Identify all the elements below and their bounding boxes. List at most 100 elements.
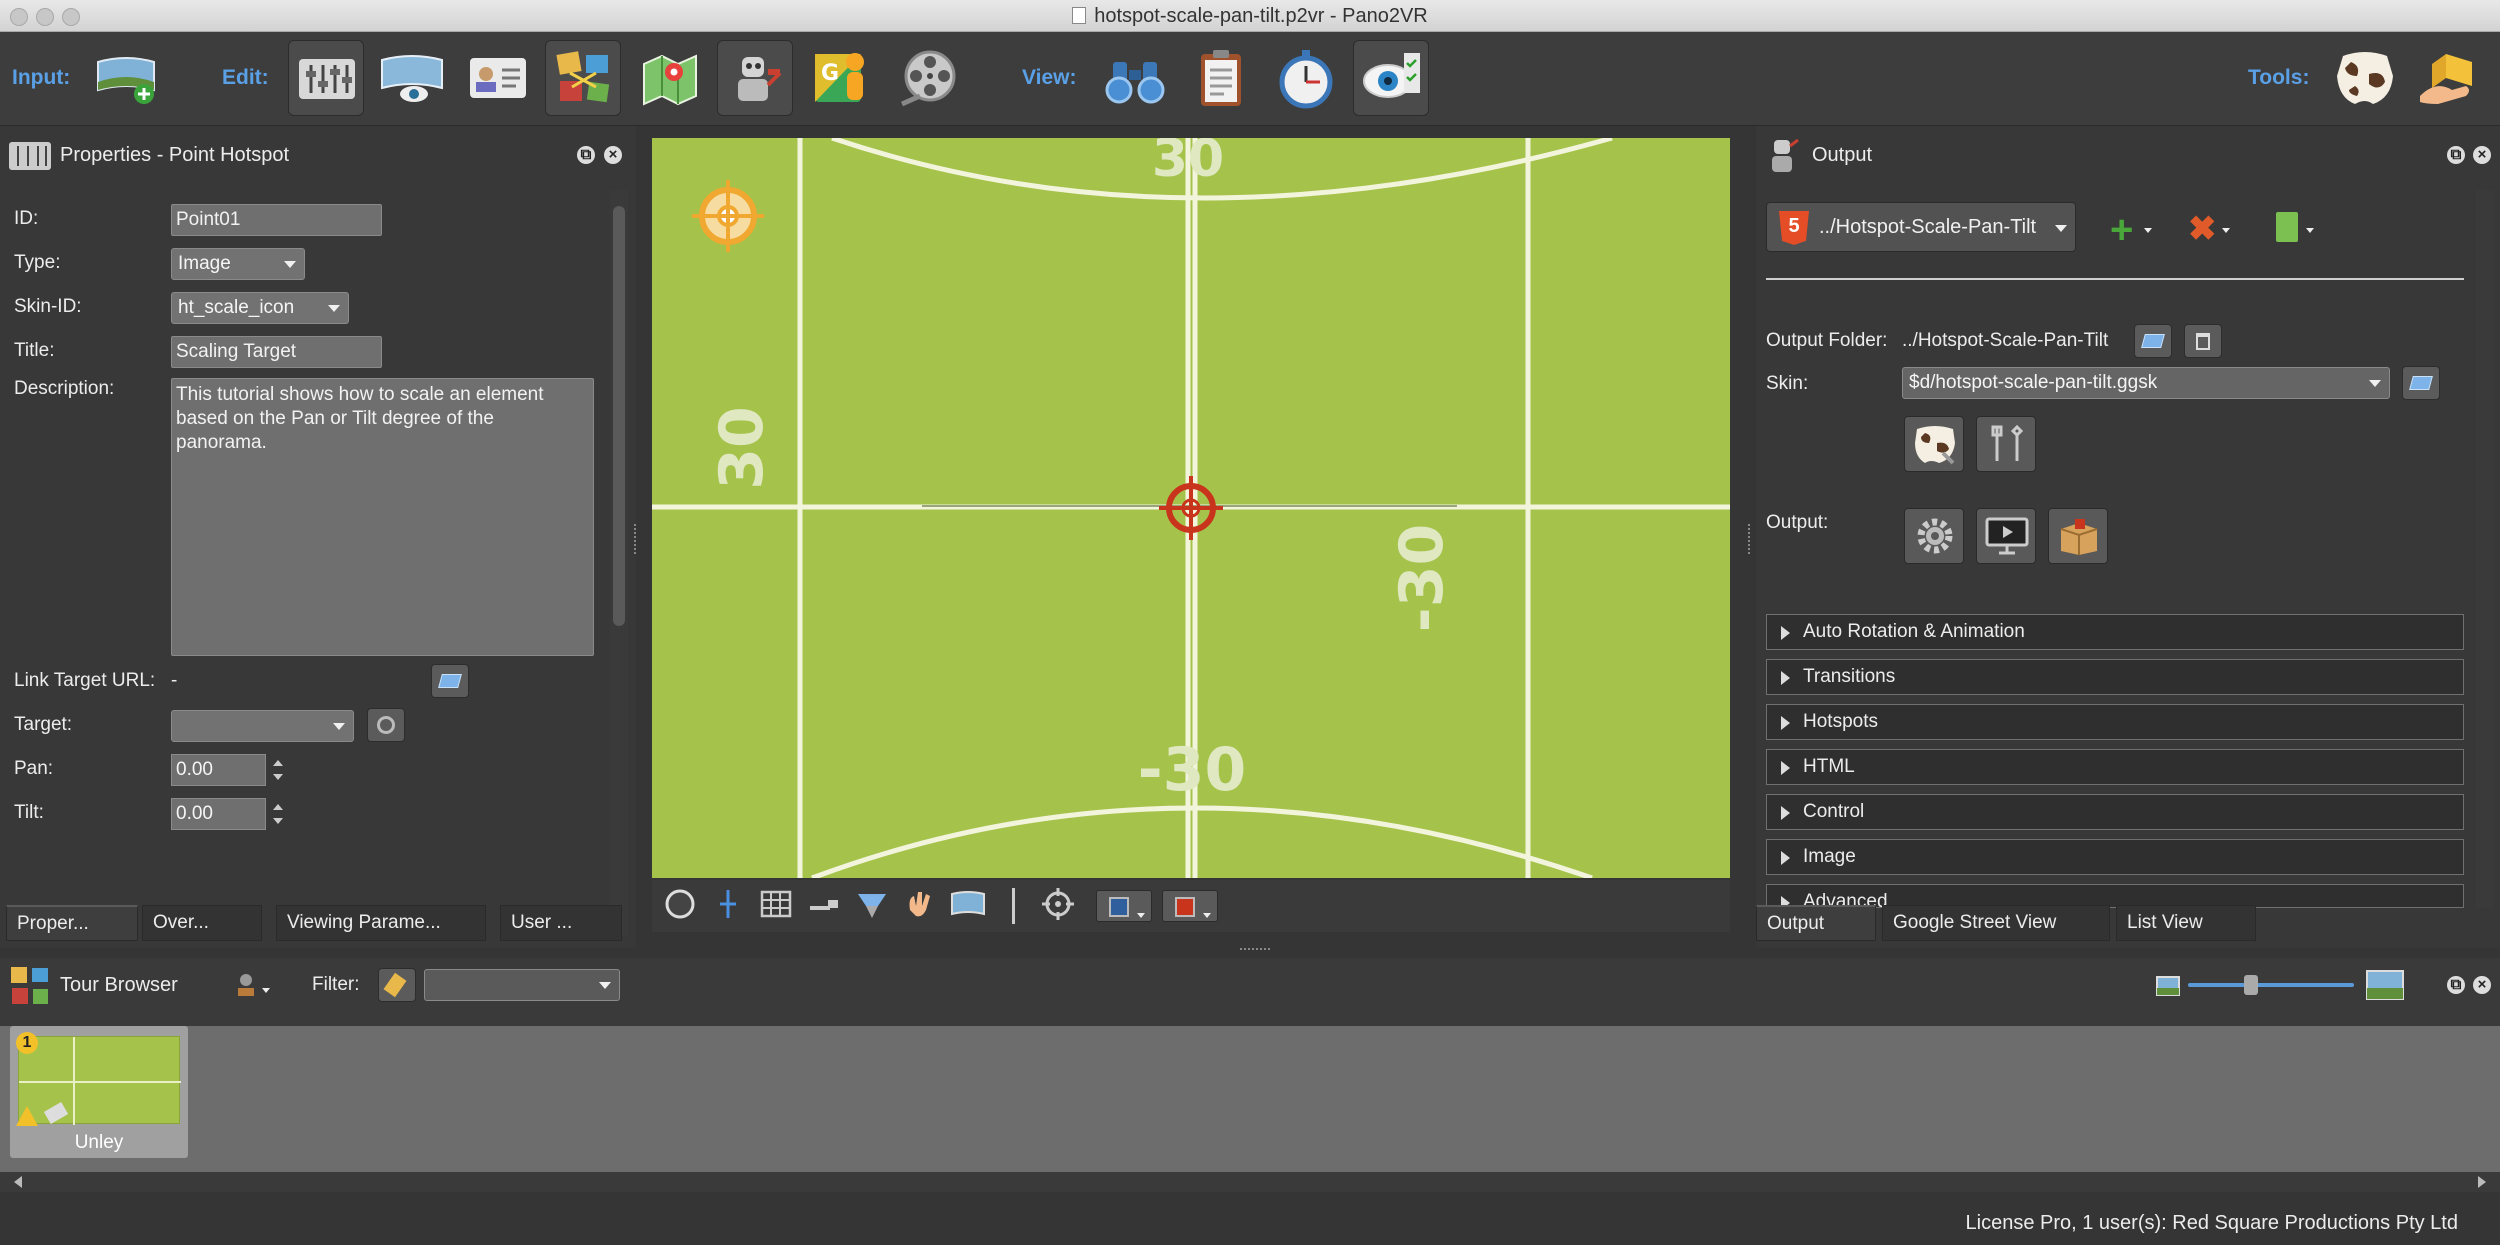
tab-overview[interactable]: Over...	[142, 905, 262, 941]
float-panel-button[interactable]: ⧉	[577, 146, 595, 164]
floor-plan-button[interactable]	[632, 40, 708, 116]
section-hotspots[interactable]: Hotspots	[1766, 704, 2464, 740]
tab-viewing-parameters[interactable]: Viewing Parame...	[276, 905, 486, 941]
notes-button[interactable]	[1183, 40, 1259, 116]
output-panel-title: Output	[1812, 144, 1873, 166]
slider-handle[interactable]	[2244, 975, 2258, 995]
spinner-arrows-icon[interactable]	[269, 799, 287, 831]
skin-select[interactable]: $d/hotspot-scale-pan-tilt.ggsk	[1902, 367, 2390, 399]
section-image[interactable]: Image	[1766, 839, 2464, 875]
film-reel-icon	[900, 50, 956, 107]
user-data-button[interactable]	[460, 40, 536, 116]
projection-icon[interactable]	[852, 884, 892, 924]
tab-user-data[interactable]: User ...	[500, 905, 622, 941]
target-pick-button[interactable]	[367, 708, 405, 742]
filter-select[interactable]	[424, 969, 620, 1001]
float-panel-button[interactable]: ⧉	[2447, 976, 2465, 994]
compass-icon[interactable]	[660, 884, 700, 924]
chevron-down-icon	[599, 982, 611, 989]
filter-tag-button[interactable]	[378, 968, 416, 1002]
toolbar-separator	[1012, 888, 1015, 924]
right-splitter-handle[interactable]	[1748, 524, 1752, 554]
package-output-button[interactable]	[2048, 508, 2108, 564]
output-folder-browse-button[interactable]	[2134, 324, 2172, 358]
section-auto-rotation[interactable]: Auto Rotation & Animation	[1766, 614, 2464, 650]
title-field[interactable]: Scaling Target	[171, 336, 382, 368]
blue-swatch-icon	[1109, 897, 1129, 917]
polygon-hotspot-color-button[interactable]	[1096, 890, 1152, 922]
description-textarea[interactable]: This tutorial shows how to scale an elem…	[171, 378, 594, 656]
hand-pan-icon[interactable]	[900, 884, 940, 924]
tab-list-view[interactable]: List View	[2116, 905, 2256, 941]
pan-spinbox[interactable]: 0.00	[171, 754, 283, 786]
target-select[interactable]	[171, 710, 354, 742]
type-select[interactable]: Image	[171, 248, 305, 280]
output-folder-delete-button[interactable]	[2184, 324, 2222, 358]
tilt-spinbox[interactable]: 0.00	[171, 798, 283, 830]
large-thumbnail-icon	[2366, 970, 2404, 1000]
id-field[interactable]: Point01	[171, 204, 382, 236]
latency-button[interactable]	[1268, 40, 1344, 116]
section-control[interactable]: Control	[1766, 794, 2464, 830]
preview-button[interactable]	[1353, 40, 1429, 116]
tools-skin-button[interactable]	[2327, 40, 2403, 116]
scroll-right-icon[interactable]	[2478, 1176, 2486, 1188]
properties-button[interactable]	[288, 40, 364, 116]
output-template-button[interactable]	[2272, 210, 2316, 246]
scrollbar-thumb[interactable]	[613, 206, 625, 626]
tilt-label: Tilt:	[14, 802, 44, 823]
tour-node-card[interactable]: 1 Unley	[10, 1026, 188, 1158]
open-skin-editor-button[interactable]	[1904, 416, 1964, 472]
panorama-view-icon[interactable]	[948, 884, 988, 924]
close-panel-button[interactable]: ×	[2473, 976, 2491, 994]
svg-text:G: G	[821, 61, 839, 86]
close-panel-button[interactable]: ×	[2473, 146, 2491, 164]
skin-settings-button[interactable]	[1976, 416, 2036, 472]
output-format-select[interactable]: 5 ../Hotspot-Scale-Pan-Tilt	[1766, 202, 2076, 252]
section-html[interactable]: HTML	[1766, 749, 2464, 785]
left-splitter-handle[interactable]	[634, 524, 638, 554]
tour-horizontal-scrollbar[interactable]	[0, 1172, 2500, 1192]
input-label: Input:	[12, 66, 71, 89]
panorama-viewer[interactable]: 30 30 -30 -30	[652, 138, 1730, 878]
grid-icon[interactable]	[756, 884, 796, 924]
scroll-left-icon[interactable]	[14, 1176, 22, 1188]
properties-scrollbar[interactable]	[610, 190, 628, 936]
point-hotspot-tool-icon[interactable]	[708, 884, 748, 924]
skin-editor-button[interactable]	[717, 40, 793, 116]
tools-package-button[interactable]	[2412, 40, 2488, 116]
crosshair-icon[interactable]	[1038, 884, 1078, 924]
skin-browse-button[interactable]	[2402, 366, 2440, 400]
tab-google-street-view[interactable]: Google Street View	[1882, 905, 2110, 941]
viewing-parameters-button[interactable]	[374, 40, 450, 116]
bottom-splitter-handle[interactable]	[1240, 948, 1270, 952]
tool-line-icon[interactable]	[804, 884, 844, 924]
properties-panel-title: Properties - Point Hotspot	[60, 144, 289, 166]
google-street-view-button[interactable]: G	[803, 40, 879, 116]
add-output-button[interactable]: +	[2106, 210, 2154, 250]
eye-check-icon	[1363, 53, 1420, 98]
output-settings-button[interactable]	[1904, 508, 1964, 564]
tour-browser-button[interactable]	[545, 40, 621, 116]
delete-output-button[interactable]: ✖	[2184, 210, 2232, 246]
spinner-arrows-icon[interactable]	[269, 755, 287, 787]
node-badge: 1	[16, 1032, 38, 1054]
skin-id-select[interactable]: ht_scale_icon	[171, 292, 349, 324]
overview-button[interactable]	[1097, 40, 1173, 116]
animation-button[interactable]	[890, 40, 966, 116]
viewer-label-bottom: -30	[1138, 735, 1246, 805]
float-panel-button[interactable]: ⧉	[2447, 146, 2465, 164]
tab-output[interactable]: Output	[1756, 905, 1876, 941]
tour-user-menu-button[interactable]	[232, 968, 272, 1004]
preview-output-button[interactable]	[1976, 508, 2036, 564]
section-transitions[interactable]: Transitions	[1766, 659, 2464, 695]
hotspot-color-button[interactable]	[1162, 890, 1218, 922]
description-label: Description:	[14, 378, 115, 399]
output-scrollbar[interactable]	[2476, 190, 2494, 908]
add-panorama-button[interactable]	[88, 40, 164, 116]
tab-properties[interactable]: Proper...	[6, 905, 138, 941]
thumbnail-size-slider[interactable]	[2188, 983, 2354, 987]
link-url-browse-button[interactable]	[431, 664, 469, 698]
panorama-canvas[interactable]: 30 30 -30 -30	[652, 138, 1730, 878]
close-panel-button[interactable]: ×	[604, 146, 622, 164]
